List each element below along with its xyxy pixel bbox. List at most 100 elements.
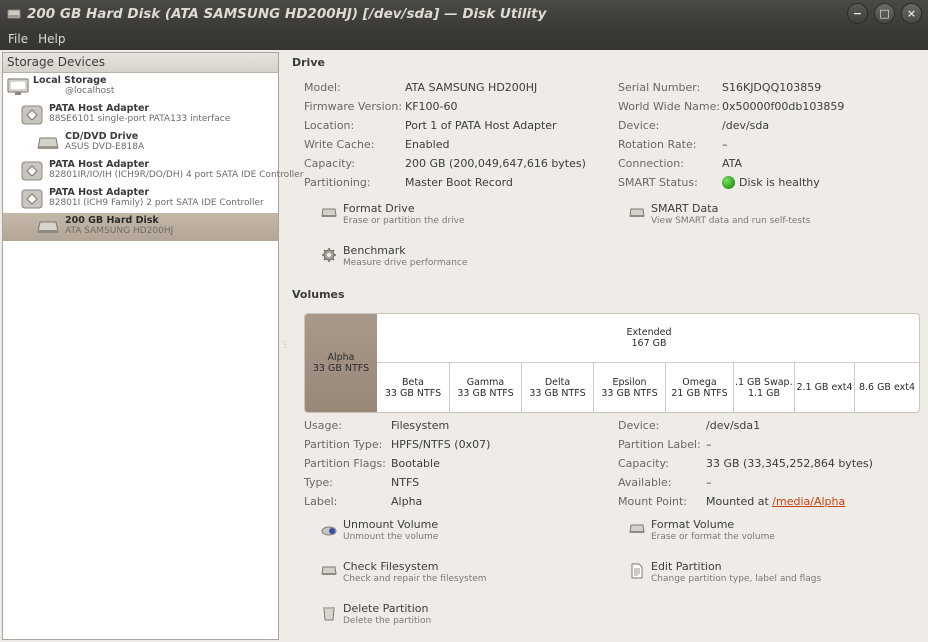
- device-name: PATA Host Adapter: [49, 187, 150, 198]
- maximize-button[interactable]: □: [874, 3, 895, 24]
- mount-point-link[interactable]: /media/Alpha: [772, 495, 845, 508]
- volume-ext4-large[interactable]: 8.6 GB ext4: [854, 363, 919, 412]
- action-title: Format Drive: [343, 202, 415, 215]
- serial-label: Serial Number:: [618, 81, 701, 94]
- action-description: Erase or partition the drive: [343, 216, 465, 226]
- mount-point-prefix: Mounted at: [706, 495, 769, 508]
- action-description: Delete the partition: [343, 616, 432, 626]
- partition-type-value: HPFS/NTFS (0x07): [391, 438, 491, 451]
- action-description: Check and repair the filesystem: [343, 574, 487, 584]
- hard-disk-icon: [629, 524, 645, 533]
- device-subtitle: 88SE6101 single-port PATA133 interface: [49, 114, 231, 124]
- trash-icon: [323, 607, 335, 621]
- volume-name: Delta: [544, 376, 571, 388]
- edit-partition-button[interactable]: Edit Partition Change partition type, la…: [629, 560, 821, 585]
- volume-alpha[interactable]: Alpha 33 GB NTFS: [305, 314, 377, 412]
- action-title: SMART Data: [651, 202, 719, 215]
- partition-label-value: –: [706, 438, 712, 451]
- format-volume-button[interactable]: Format Volume Erase or format the volume: [629, 518, 775, 543]
- volume-device-value: /dev/sda1: [706, 419, 761, 432]
- unmount-volume-button[interactable]: Unmount Volume Unmount the volume: [321, 518, 438, 543]
- volume-epsilon[interactable]: Epsilon 33 GB NTFS: [593, 363, 665, 412]
- minimize-icon: −: [852, 7, 863, 20]
- volume-gamma[interactable]: Gamma 33 GB NTFS: [449, 363, 521, 412]
- disk-utility-window: 200 GB Hard Disk (ATA SAMSUNG HD200HJ) […: [0, 0, 928, 642]
- minimize-button[interactable]: −: [847, 3, 868, 24]
- hard-disk-icon: [321, 208, 337, 217]
- volume-size: 1.1 GB: [747, 387, 780, 399]
- device-subtitle: 82801IR/IO/IH (ICH9R/DO/DH) 4 port SATA …: [49, 170, 304, 180]
- connection-value: ATA: [722, 157, 743, 170]
- sidebar-item-cd-dvd-drive[interactable]: CD/DVD Drive ASUS DVD-E818A: [3, 129, 278, 157]
- volume-size: 33 GB NTFS: [529, 387, 586, 399]
- type-label: Type:: [304, 476, 333, 489]
- action-title: Benchmark: [343, 244, 406, 257]
- write-cache-value: Enabled: [405, 138, 450, 151]
- action-title: Check Filesystem: [343, 560, 439, 573]
- hard-disk-icon: [7, 9, 21, 18]
- smart-data-button[interactable]: SMART Data View SMART data and run self-…: [629, 202, 810, 227]
- partitioning-value: Master Boot Record: [405, 176, 513, 189]
- volume-swap[interactable]: 1.1 GB Swap… 1.1 GB: [733, 363, 794, 412]
- volume-name: Omega: [682, 376, 717, 388]
- model-value: ATA SAMSUNG HD200HJ: [405, 81, 538, 94]
- volume-extended[interactable]: Extended 167 GB: [377, 314, 919, 363]
- device-subtitle: ASUS DVD-E818A: [65, 142, 145, 152]
- smart-status-label: SMART Status:: [618, 176, 698, 189]
- volume-capacity-label: Capacity:: [618, 457, 669, 470]
- volume-delta[interactable]: Delta 33 GB NTFS: [521, 363, 593, 412]
- partition-type-label: Partition Type:: [304, 438, 383, 451]
- storage-devices-panel: Storage Devices Local Storage @localhost: [2, 52, 303, 640]
- partition-flags-value: Bootable: [391, 457, 440, 470]
- sidebar-item-pata-adapter-1[interactable]: PATA Host Adapter 88SE6101 single-port P…: [3, 101, 278, 129]
- volume-name: Epsilon: [612, 376, 647, 388]
- action-description: Unmount the volume: [343, 532, 439, 542]
- gear-icon: [322, 248, 336, 262]
- delete-partition-button[interactable]: Delete Partition Delete the partition: [321, 602, 431, 627]
- firmware-value: KF100-60: [405, 100, 458, 113]
- volume-omega[interactable]: Omega 21 GB NTFS: [665, 363, 733, 412]
- action-title: Format Volume: [651, 518, 735, 531]
- host-adapter-icon: [21, 105, 43, 125]
- volume-size: 33 GB NTFS: [601, 387, 658, 399]
- sidebar-item-hard-disk[interactable]: 200 GB Hard Disk ATA SAMSUNG HD200HJ: [3, 213, 278, 241]
- device-value: /dev/sda: [722, 119, 770, 132]
- menu-help[interactable]: Help: [33, 32, 70, 46]
- partition-label-label: Partition Label:: [618, 438, 701, 451]
- usage-label: Usage:: [304, 419, 342, 432]
- sidebar-item-local-storage[interactable]: Local Storage @localhost: [3, 73, 278, 101]
- benchmark-button[interactable]: Benchmark Measure drive performance: [321, 244, 467, 269]
- volume-capacity-value: 33 GB (33,345,252,864 bytes): [706, 457, 873, 470]
- volume-name: 1.1 GB Swap…: [734, 376, 794, 388]
- volume-size: 2.1 GB ext4: [796, 382, 853, 393]
- location-label: Location:: [304, 119, 355, 132]
- close-icon: ×: [906, 7, 917, 20]
- capacity-value: 200 GB (200,049,647,616 bytes): [405, 157, 586, 170]
- close-button[interactable]: ×: [901, 3, 922, 24]
- hard-disk-icon: [629, 208, 645, 217]
- window-title: 200 GB Hard Disk (ATA SAMSUNG HD200HJ) […: [27, 5, 547, 22]
- hard-disk-icon: [321, 566, 337, 575]
- device-label: Device:: [618, 119, 660, 132]
- menu-file[interactable]: File: [3, 32, 33, 46]
- unmount-icon: [321, 526, 337, 536]
- rotation-label: Rotation Rate:: [618, 138, 697, 151]
- volume-beta[interactable]: Beta 33 GB NTFS: [377, 363, 449, 412]
- check-filesystem-button[interactable]: Check Filesystem Check and repair the fi…: [321, 560, 487, 585]
- optical-drive-icon: [37, 137, 59, 149]
- sidebar-item-pata-adapter-3[interactable]: PATA Host Adapter 82801I (ICH9 Family) 2…: [3, 185, 278, 213]
- action-description: Erase or format the volume: [651, 532, 775, 542]
- label-value: Alpha: [391, 495, 423, 508]
- menu-bar: File Help: [0, 27, 928, 50]
- maximize-icon: □: [879, 7, 890, 20]
- volumes-section-title: Volumes: [292, 288, 345, 301]
- location-value: Port 1 of PATA Host Adapter: [405, 119, 557, 132]
- partitioning-label: Partitioning:: [304, 176, 371, 189]
- format-drive-button[interactable]: Format Drive Erase or partition the driv…: [321, 202, 465, 227]
- volume-ext4-small[interactable]: 2.1 GB ext4: [794, 363, 854, 412]
- volume-name: Gamma: [466, 376, 505, 388]
- volume-name: Alpha: [327, 352, 355, 363]
- connection-label: Connection:: [618, 157, 684, 170]
- sidebar-item-pata-adapter-2[interactable]: PATA Host Adapter 82801IR/IO/IH (ICH9R/D…: [3, 157, 303, 185]
- action-description: View SMART data and run self-tests: [651, 216, 811, 226]
